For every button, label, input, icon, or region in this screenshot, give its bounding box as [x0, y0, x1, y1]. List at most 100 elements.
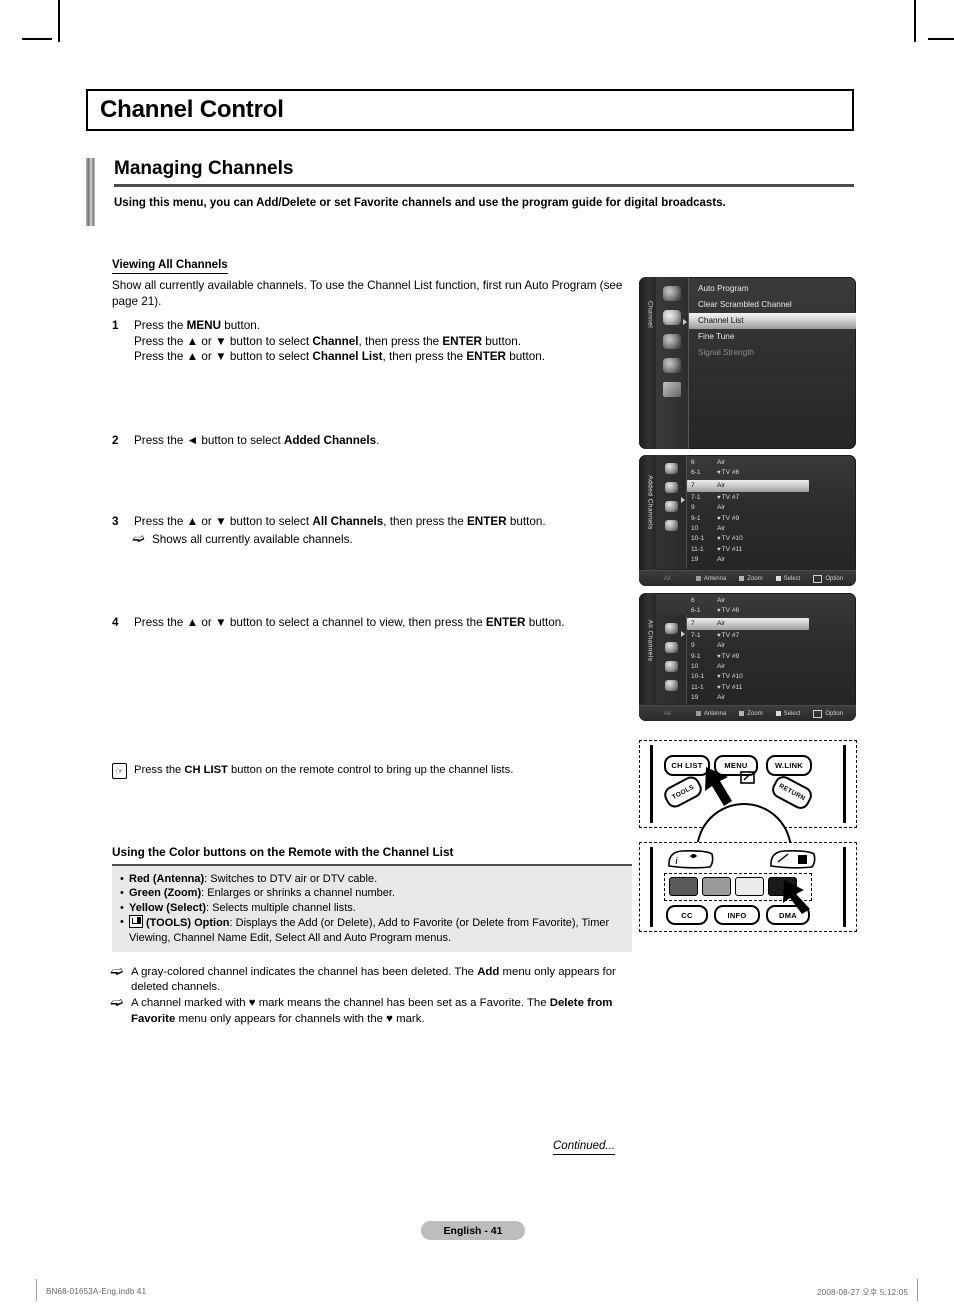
- channel-number: 11-1: [691, 683, 704, 691]
- channel-name: ♥TV #6: [717, 607, 740, 615]
- plain-text: Press the ◄ button to select: [134, 434, 284, 447]
- channel-row[interactable]: 9 Air: [687, 641, 852, 651]
- channel-row[interactable]: 10-1 ♥TV #10: [687, 672, 852, 682]
- bullet-dot: •: [120, 873, 124, 885]
- emphasis-text: Channel List: [312, 350, 383, 364]
- antenna-mode-label: Air: [663, 575, 672, 582]
- channel-row[interactable]: 7 Air: [687, 479, 809, 492]
- emphasis-text: ENTER: [485, 616, 526, 629]
- remote-button-info[interactable]: INFO: [714, 905, 760, 925]
- channel-row[interactable]: 7 Air: [687, 617, 809, 630]
- channel-row[interactable]: 7-1 ♥TV #7: [687, 493, 852, 503]
- added-channels-icon: [664, 482, 678, 493]
- channel-row[interactable]: 9-1 ♥TV #9: [687, 652, 852, 662]
- section-title: Managing Channels: [114, 158, 294, 179]
- osd-menu-item-fine-tune[interactable]: Fine Tune: [689, 329, 856, 345]
- channel-row[interactable]: 6-1 ♥TV #6: [687, 468, 852, 478]
- channel-row[interactable]: 6 Air: [687, 596, 852, 606]
- remote-color-key-red[interactable]: [669, 877, 698, 896]
- osd-menu-tab-column: Channel: [639, 277, 656, 449]
- channel-name: Air: [717, 694, 726, 702]
- step-3: 3 Press the ▲ or ▼ button to select All …: [112, 514, 632, 547]
- osd-added-footer: Air Antenna Zoom Select Option: [639, 570, 856, 586]
- favorite-heart-icon: [664, 661, 678, 672]
- emphasis-text: Yellow (Select): [129, 901, 207, 914]
- channel-number: 11-1: [691, 545, 704, 553]
- osd-menu-item-clear-scrambled-channel[interactable]: Clear Scrambled Channel: [689, 297, 856, 313]
- channel-row[interactable]: 10 Air: [687, 524, 852, 534]
- plain-text: A channel marked with ♥ mark means the c…: [131, 997, 550, 1010]
- osd-footer-button-zoom[interactable]: Zoom: [739, 576, 763, 582]
- channel-number: 9: [691, 504, 695, 512]
- channel-row[interactable]: 9 Air: [687, 503, 852, 513]
- plain-text: , then press the: [382, 350, 467, 364]
- page-title-box: Channel Control: [86, 89, 854, 131]
- channel-row[interactable]: 11-1 ♥TV #11: [687, 545, 852, 555]
- info-lens-icon: i: [668, 850, 714, 869]
- remote-button-return[interactable]: RETURN: [768, 772, 816, 813]
- channel-name: Air: [717, 525, 726, 533]
- channel-row[interactable]: 9-1 ♥TV #9: [687, 514, 852, 524]
- plain-text: , then press the: [383, 515, 468, 528]
- channel-row[interactable]: 19 Air: [687, 555, 852, 565]
- osd-added-caret-icon: [681, 497, 685, 503]
- osd-footer-button-select[interactable]: Select: [775, 711, 800, 717]
- channel-row[interactable]: 6-1 ♥TV #6: [687, 606, 852, 616]
- osd-footer-button-antenna[interactable]: Antenna: [695, 576, 726, 582]
- osd-menu-item-signal-strength[interactable]: Signal Strength: [689, 345, 856, 361]
- osd-footer-button-option[interactable]: Option: [813, 709, 843, 718]
- channel-number: 9-1: [691, 652, 701, 660]
- channel-row[interactable]: 11-1 ♥TV #11: [687, 683, 852, 693]
- channel-number: 9: [691, 642, 695, 650]
- plain-text: Press the ▲ or ▼ button to select a chan…: [134, 616, 486, 629]
- section-header: Managing Channels Using this menu, you c…: [86, 158, 854, 226]
- channel-row[interactable]: 19 Air: [687, 693, 852, 703]
- channel-row[interactable]: 6 Air: [687, 458, 852, 468]
- remote-button-cc[interactable]: CC: [666, 905, 708, 925]
- osd-footer-button-option[interactable]: Option: [813, 574, 843, 583]
- osd-added-tab-label: Added Channels: [646, 475, 654, 530]
- osd-menu-caret-icon: [683, 319, 687, 325]
- step-1: 1 Press the MENU button. Press the ▲ or ▼…: [112, 318, 632, 365]
- osd-footer-button-select[interactable]: Select: [775, 576, 800, 582]
- favorite-heart-icon: ♥: [717, 536, 721, 543]
- emphasis-text: All Channels: [312, 515, 384, 528]
- footnote-item: ➫ A channel marked with ♥ mark means the …: [110, 996, 632, 1026]
- color-button-text: Green (Zoom): Enlarges or shrinks a chan…: [129, 886, 395, 900]
- remote-color-key-green[interactable]: [702, 877, 731, 896]
- channel-name: ♥TV #10: [717, 535, 743, 543]
- remote-button-wlink[interactable]: W.LINK: [766, 755, 812, 776]
- osd-footer-button-label: Option: [825, 575, 843, 582]
- step-line: Press the ▲ or ▼ button to select a chan…: [134, 615, 632, 631]
- manual-page: Channel Control Managing Channels Using …: [0, 0, 954, 1310]
- remote-button-tools[interactable]: TOOLS: [661, 773, 705, 811]
- page-title: Channel Control: [100, 96, 284, 123]
- channel-row[interactable]: 10 Air: [687, 662, 852, 672]
- plain-text: Press the ▲ or ▼ button to select: [134, 515, 313, 528]
- plain-text: Press the ▲ or ▼ button to select: [134, 334, 313, 348]
- color-button-item: • (TOOLS) Option: Displays the Add (or De…: [120, 915, 624, 945]
- emphasis-text: Add: [477, 966, 500, 978]
- channel-name: Air: [717, 642, 726, 650]
- osd-menu-item-auto-program[interactable]: Auto Program: [689, 281, 856, 297]
- color-swatch-green-icon: [739, 576, 745, 581]
- remote-color-key-yellow[interactable]: [735, 877, 764, 896]
- channel-number: 7-1: [691, 631, 701, 639]
- channel-name: ♥TV #9: [717, 514, 740, 522]
- channel-row[interactable]: 7-1 ♥TV #7: [687, 631, 852, 641]
- osd-all-tab-label: All Channels: [646, 619, 654, 662]
- step-line: Press the ◄ button to select Added Chann…: [134, 433, 632, 449]
- osd-footer-button-antenna[interactable]: Antenna: [695, 710, 727, 717]
- osd-footer-button-label: Antenna: [703, 710, 727, 717]
- plain-text: button.: [506, 515, 546, 528]
- emphasis-text: Red (Antenna): [129, 873, 205, 885]
- continued-label: Continued...: [553, 1140, 616, 1155]
- osd-menu-item-channel-list[interactable]: Channel List: [689, 313, 856, 329]
- print-filename: BN68-01653A-Eng.indb 41: [46, 1287, 147, 1296]
- channel-row[interactable]: 10-1 ♥TV #10: [687, 534, 852, 544]
- crop-mark-top-right: [914, 0, 916, 42]
- osd-all-row-list: 6 Air 6-1 ♥TV #6 7 Air 7-1 ♥TV #7 9 Air 9-1 ♥TV #9 1…: [687, 596, 852, 704]
- osd-footer-button-zoom[interactable]: Zoom: [739, 711, 763, 717]
- channel-name: ♥TV #11: [717, 545, 743, 553]
- channel-name: Air: [717, 504, 726, 512]
